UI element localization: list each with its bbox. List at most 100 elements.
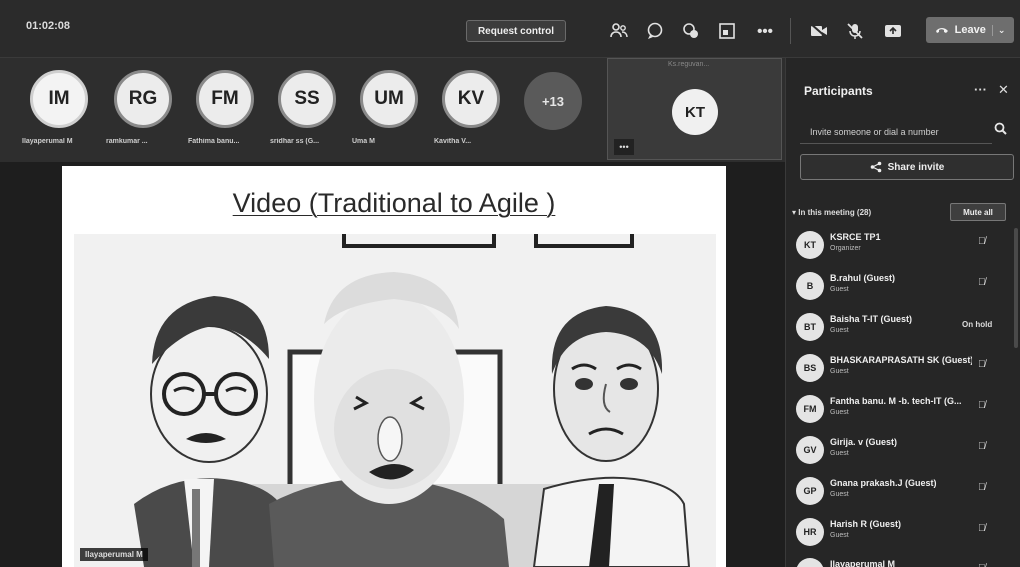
reactions-icon[interactable] [678,18,704,44]
participant-name: B.rahul (Guest) [830,273,896,283]
gallery-tile[interactable]: IM Ilayaperumal M [20,66,100,156]
avatar: IM [796,558,824,567]
participant-role: Guest [830,532,849,539]
participant-name: Harish R (Guest) [830,519,902,529]
avatar: B [796,272,824,300]
participant-row[interactable]: BT Baisha T-IT (Guest) Guest On hold [786,308,1020,348]
avatar: RG [114,70,172,128]
more-icon[interactable]: ••• [752,18,778,44]
mic-off-icon: 🎙̸ [978,441,986,452]
avatar-name: Uma M [352,138,375,145]
participant-name: Ilayaperumal M [830,559,896,567]
participant-role: Guest [830,368,849,375]
avatar: BT [796,313,824,341]
share-tray-icon[interactable] [880,18,906,44]
avatar: BS [796,354,824,382]
avatar-name: Fathima banu... [188,138,240,145]
toolbar-divider [790,18,791,44]
share-invite-button[interactable]: Share invite [800,154,1014,180]
participant-name: BHASKARAPRASATH SK (Guest) [830,355,972,365]
participant-name: Girija. v (Guest) [830,437,898,447]
search-icon[interactable] [994,122,1007,138]
avatar: FM [196,70,254,128]
gallery-tile[interactable]: FM Fathima banu... [186,66,266,156]
mic-off-icon: 🎙̸ [978,359,986,370]
video-tile-label: Ks.reguvan... [668,61,710,68]
participant-row[interactable]: KT KSRCE TP1 Organizer 🎙̸ [786,226,1020,266]
cartoon-video-frame [74,234,716,567]
share-invite-label: Share invite [887,161,945,173]
avatar: GP [796,477,824,505]
mic-off-icon: 🎙̸ [978,482,986,493]
invite-input[interactable] [800,120,992,144]
mic-off-icon: 🎙̸ [978,523,986,534]
close-icon[interactable]: ✕ [998,82,1009,98]
avatar-name: ramkumar ... [106,138,148,145]
participant-row[interactable]: HR Harish R (Guest) Guest 🎙̸ [786,513,1020,553]
presenter-name-tag: Ilayaperumal M [80,548,148,561]
shared-slide: Video (Traditional to Agile ) Ilayaperum… [62,166,726,567]
gallery-tile[interactable]: KV Kavitha V... [432,66,512,156]
participant-role: Organizer [830,245,861,252]
avatar: KT [672,89,718,135]
avatar: HR [796,518,824,546]
avatar: SS [278,70,336,128]
avatar-name: Ilayaperumal M [22,138,73,145]
participant-role: Guest [830,491,849,498]
share-icon [870,161,881,173]
avatar: KV [442,70,500,128]
phone-icon [935,28,948,33]
meeting-timer: 01:02:08 [26,20,71,32]
slide-title: Video (Traditional to Agile ) [232,188,556,218]
participant-row[interactable]: GP Gnana prakash.J (Guest) Guest 🎙̸ [786,472,1020,512]
avatar-name: Kavitha V... [434,138,472,145]
panel-title: Participants [804,84,873,98]
participant-row[interactable]: FM Fantha banu. M -b. tech-IT (G... Gues… [786,390,1020,430]
people-icon[interactable] [606,18,632,44]
meeting-section-header[interactable]: ▾ In this meeting (28) [792,208,871,217]
more-participants-button[interactable]: +13 [524,72,582,130]
participant-name: Baisha T-IT (Guest) [830,314,913,324]
participant-role: Guest [830,327,849,334]
mic-off-icon: 🎙̸ [978,236,986,247]
participant-row[interactable]: BS BHASKARAPRASATH SK (Guest) Guest 🎙̸ [786,349,1020,389]
chevron-down-icon[interactable]: ⌄ [991,24,1005,36]
participants-panel: Participants ··· ✕ Share invite ▾ In thi… [785,58,1020,567]
participant-name: Gnana prakash.J (Guest) [830,478,937,488]
avatar: UM [360,70,418,128]
gallery-tile[interactable]: SS sridhar ss (G... [268,66,348,156]
gallery-tile[interactable]: UM Uma M [350,66,430,156]
camera-off-icon[interactable] [806,18,832,44]
avatar: IM [30,70,88,128]
tile-options-icon[interactable]: ••• [614,139,634,155]
participant-name: KSRCE TP1 [830,232,881,242]
participant-role: Guest [830,409,849,416]
mute-all-button[interactable]: Mute all [950,203,1006,221]
rooms-icon[interactable] [714,18,740,44]
participant-gallery: IM Ilayaperumal M RG ramkumar ... FM Fat… [0,58,785,162]
shared-content-stage: Video (Traditional to Agile ) Ilayaperum… [0,162,785,567]
participant-row[interactable]: GV Girija. v (Guest) Guest 🎙̸ [786,431,1020,471]
participant-row[interactable]: B B.rahul (Guest) Guest 🎙̸ [786,267,1020,307]
avatar: KT [796,231,824,259]
mic-off-icon: 🎙̸ [978,277,986,288]
participant-name: Fantha banu. M -b. tech-IT (G... [830,396,962,406]
mic-off-icon: 🎙̸ [978,400,986,411]
leave-label: Leave [954,24,986,36]
leave-button[interactable]: Leave ⌄ [926,17,1014,43]
avatar: FM [796,395,824,423]
participant-role: Guest [830,286,849,293]
avatar-name: sridhar ss (G... [270,138,320,145]
panel-scrollbar[interactable] [1014,228,1018,348]
more-options-icon[interactable]: ··· [974,82,987,97]
video-tile-kt[interactable]: Ks.reguvan... KT ••• [607,58,782,160]
gallery-tile[interactable]: RG ramkumar ... [104,66,184,156]
mic-off-icon[interactable] [842,18,868,44]
participant-role: Guest [830,450,849,457]
chat-icon[interactable] [642,18,668,44]
mic-off-icon: 🎙̸ [978,563,986,567]
avatar: GV [796,436,824,464]
meeting-toolbar: 01:02:08 Request control ••• Leave ⌄ [0,0,1020,58]
request-control-button[interactable]: Request control [466,20,566,42]
participant-row[interactable]: IM Ilayaperumal M 🎙̸ [786,553,1020,567]
